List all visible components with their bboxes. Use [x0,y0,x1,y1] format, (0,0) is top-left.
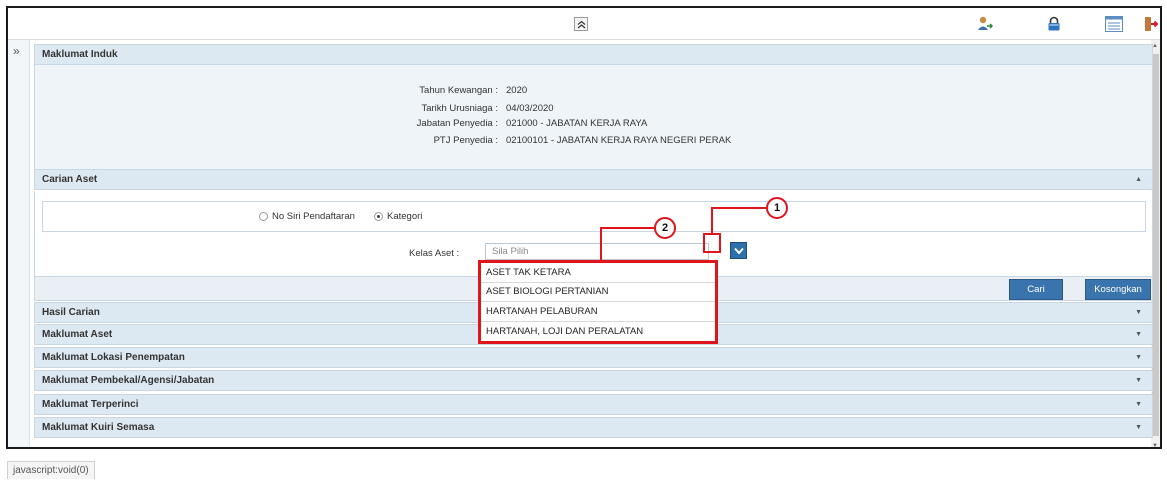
section-title: Maklumat Terperinci [42,399,139,410]
section-title: Maklumat Induk [42,49,118,60]
chevron-down-icon[interactable]: ▼ [1135,309,1142,316]
top-toolbar [8,8,1160,40]
chevron-down-icon[interactable]: ▼ [1135,401,1142,408]
section-maklumat-induk-header[interactable]: Maklumat Induk [34,44,1153,65]
lock-icon[interactable] [1045,15,1063,33]
section-kuiri-header[interactable]: Maklumat Kuiri Semasa ▼ [34,417,1153,438]
left-sidebar-strip: » [8,40,30,447]
dropdown-option[interactable]: ASET TAK KETARA [481,263,715,283]
callout-line [600,227,602,260]
section-terperinci-header[interactable]: Maklumat Terperinci ▼ [34,394,1153,415]
search-type-box: No Siri Pendaftaran Kategori [42,201,1146,232]
info-value: 02100101 - JABATAN KERJA RAYA NEGERI PER… [506,135,732,146]
dropdown-option[interactable]: HARTANAH, LOJI DAN PERALATAN [481,322,715,342]
exit-icon[interactable] [1142,15,1160,33]
cari-button[interactable]: Cari [1009,279,1063,300]
callout-line [600,227,654,229]
info-label: Tahun Kewangan : [419,85,498,96]
info-value: 2020 [506,85,528,96]
callout-number-1: 1 [766,197,788,219]
section-title: Maklumat Aset [42,329,113,340]
section-title: Maklumat Lokasi Penempatan [42,352,185,363]
section-title: Hasil Carian [42,307,100,318]
radio-kategori[interactable]: Kategori [374,211,422,222]
radio-button[interactable] [259,212,268,221]
info-value: 04/03/2020 [506,103,554,114]
section-title: Carian Aset [42,174,98,185]
radio-label: Kategori [387,211,423,222]
chevron-down-icon[interactable]: ▼ [1135,354,1142,361]
section-carian-aset-header[interactable]: Carian Aset ▲ [34,169,1153,190]
list-view-icon[interactable] [1105,15,1123,33]
kelas-aset-dropdown-list: ASET TAK KETARA ASET BIOLOGI PERTANIAN H… [478,260,718,344]
info-row-ptj: PTJ Penyedia : 02100101 - JABATAN KERJA … [35,135,1152,149]
callout-number-2: 2 [654,217,676,239]
radio-label: No Siri Pendaftaran [272,211,355,222]
section-lokasi-header[interactable]: Maklumat Lokasi Penempatan ▼ [34,347,1153,368]
info-label: PTJ Penyedia : [433,135,498,146]
info-label: Tarikh Urusniaga : [421,103,498,114]
radio-no-siri[interactable]: No Siri Pendaftaran [259,211,355,222]
user-transfer-icon[interactable] [976,15,994,33]
kelas-aset-label: Kelas Aset : [409,248,460,259]
app-frame: » ▲ ▼ Maklumat Induk Tahun Kewangan : 20… [6,6,1162,449]
chevron-down-icon[interactable]: ▼ [1135,424,1142,431]
info-row-tahun: Tahun Kewangan : 2020 [35,85,1152,99]
chevron-down-icon[interactable]: ▼ [1135,377,1142,384]
chevron-up-icon[interactable]: ▲ [1135,176,1142,183]
maklumat-induk-body: Tahun Kewangan : 2020 Tarikh Urusniaga :… [34,65,1153,169]
scrollbar-thumb[interactable] [1152,54,1159,436]
kelas-aset-select[interactable]: Sila Pilih [485,243,709,260]
dropdown-option[interactable]: ASET BIOLOGI PERTANIAN [481,283,715,302]
select-placeholder: Sila Pilih [492,246,529,257]
kosongkan-button[interactable]: Kosongkan [1085,279,1151,300]
double-chevron-up-icon[interactable] [574,17,588,31]
chevron-down-icon[interactable]: ▼ [1135,331,1142,338]
radio-button[interactable] [374,212,383,221]
status-bar-link: javascript:void(0) [7,461,95,479]
section-title: Maklumat Kuiri Semasa [42,422,155,433]
section-title: Maklumat Pembekal/Agensi/Jabatan [42,375,215,386]
callout-line [711,207,713,234]
chevron-down-icon[interactable] [730,242,747,259]
scroll-down-icon[interactable]: ▼ [1152,443,1158,447]
info-label: Jabatan Penyedia : [416,118,498,129]
double-chevron-right-icon[interactable]: » [13,45,20,57]
dropdown-option[interactable]: HARTANAH PELABURAN [481,302,715,322]
info-row-jabatan: Jabatan Penyedia : 021000 - JABATAN KERJ… [35,118,1152,132]
info-value: 021000 - JABATAN KERJA RAYA [506,118,648,129]
callout-line [711,207,766,209]
callout-highlight-box [703,233,721,253]
info-row-tarikh: Tarikh Urusniaga : 04/03/2020 [35,103,1152,117]
section-pembekal-header[interactable]: Maklumat Pembekal/Agensi/Jabatan ▼ [34,370,1153,391]
